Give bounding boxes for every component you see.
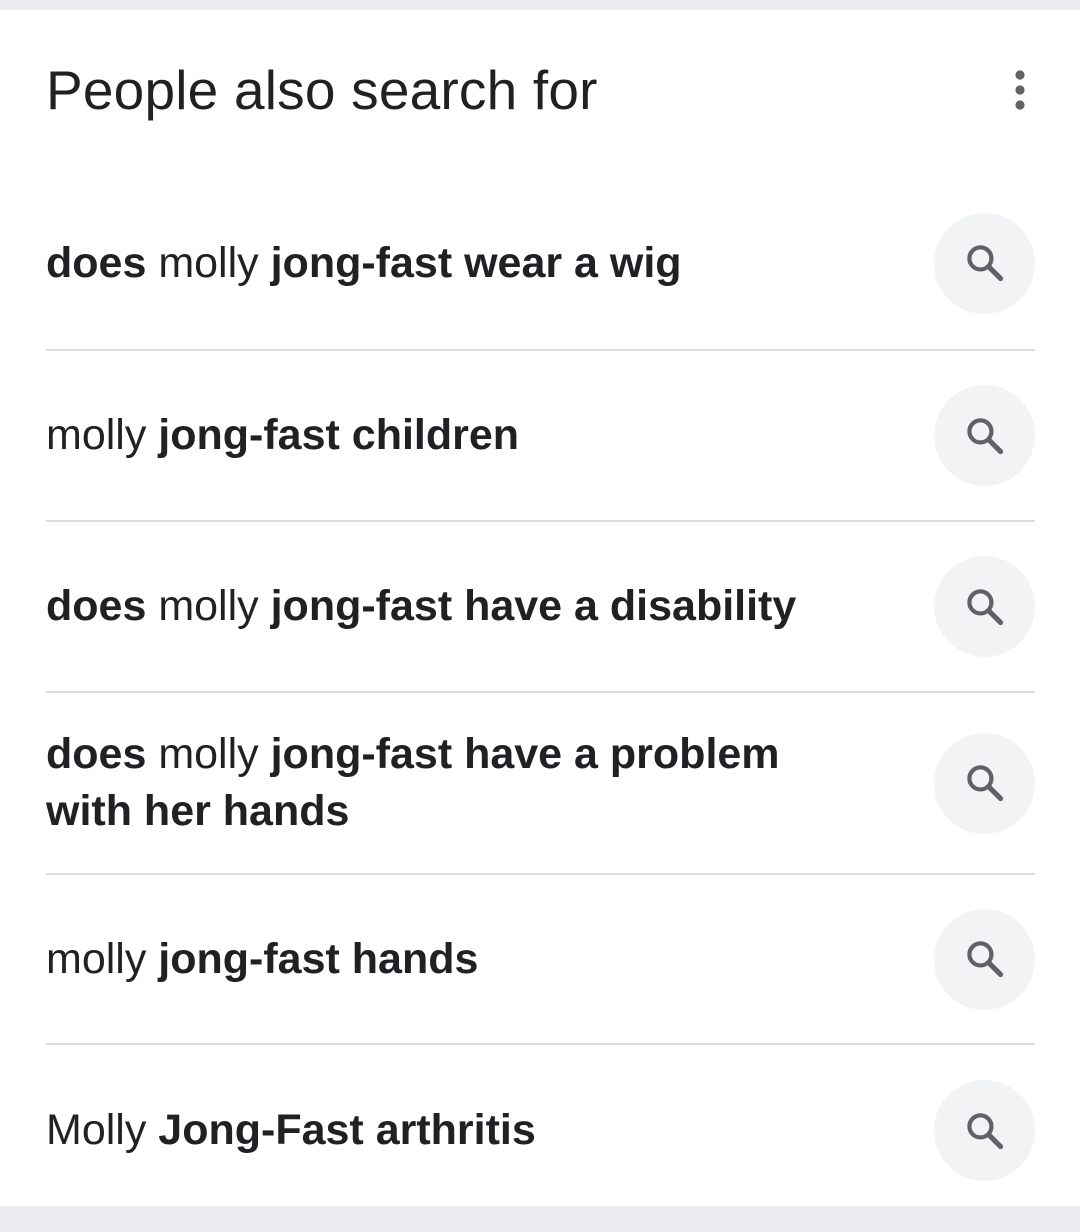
card-header: People also search for <box>46 40 1040 140</box>
suggestion-text-part: does <box>46 238 147 287</box>
card-title: People also search for <box>46 58 598 121</box>
suggestion-text-part: molly <box>46 411 159 459</box>
suggestion-text: molly jong-fast hands <box>46 931 478 988</box>
page: People also search for does molly jong-f… <box>0 0 1080 1232</box>
suggestion-text-part: jong-fast hands <box>158 934 479 983</box>
suggestion-text-part: molly <box>146 582 271 630</box>
suggestion-text-part: does <box>46 582 147 630</box>
search-icon <box>966 417 1003 454</box>
suggestion-text: molly jong-fast children <box>46 407 519 464</box>
suggestion-text: Molly Jong-Fast arthritis <box>46 1102 536 1159</box>
search-icon <box>966 588 1003 625</box>
suggestion-text-part: jong-fast children <box>158 411 520 459</box>
suggestion-list: does molly jong-fast wear a wig molly jo… <box>46 177 1035 1216</box>
more-options-button[interactable] <box>992 52 1048 128</box>
people-also-search-card: People also search for does molly jong-f… <box>0 10 1080 1206</box>
suggestion-row[interactable]: does molly jong-fast wear a wig <box>46 177 1035 351</box>
search-button[interactable] <box>934 1080 1035 1181</box>
more-vert-icon <box>1015 70 1025 110</box>
search-icon <box>966 765 1003 802</box>
suggestion-text: does molly jong-fast wear a wig <box>46 235 682 292</box>
search-icon <box>966 941 1003 978</box>
suggestion-text-part: does <box>46 730 147 778</box>
suggestion-row[interactable]: does molly jong-fast have a problem with… <box>46 693 1035 875</box>
search-button[interactable] <box>934 732 1035 834</box>
search-button[interactable] <box>934 908 1035 1010</box>
suggestion-row[interactable]: molly jong-fast hands <box>46 875 1035 1045</box>
suggestion-text-part: Jong-Fast arthritis <box>158 1106 536 1154</box>
suggestion-row[interactable]: does molly jong-fast have a disability <box>46 522 1035 693</box>
suggestion-row[interactable]: Molly Jong-Fast arthritis <box>46 1045 1035 1216</box>
suggestion-text-part: jong-fast have a disability <box>270 582 797 630</box>
search-icon <box>966 1112 1003 1149</box>
suggestion-row[interactable]: molly jong-fast children <box>46 351 1035 522</box>
search-button[interactable] <box>934 385 1035 486</box>
search-button[interactable] <box>934 212 1035 314</box>
suggestion-text-part: molly <box>146 238 271 287</box>
suggestion-text-part: jong-fast wear a wig <box>270 238 682 287</box>
suggestion-text: does molly jong-fast have a problem with… <box>46 726 866 840</box>
suggestion-text-part: molly <box>146 730 271 778</box>
suggestion-text-part: molly <box>46 934 159 983</box>
search-icon <box>966 245 1003 282</box>
suggestion-text: does molly jong-fast have a disability <box>46 578 796 635</box>
suggestion-text-part: Molly <box>46 1106 159 1154</box>
search-button[interactable] <box>934 556 1035 657</box>
